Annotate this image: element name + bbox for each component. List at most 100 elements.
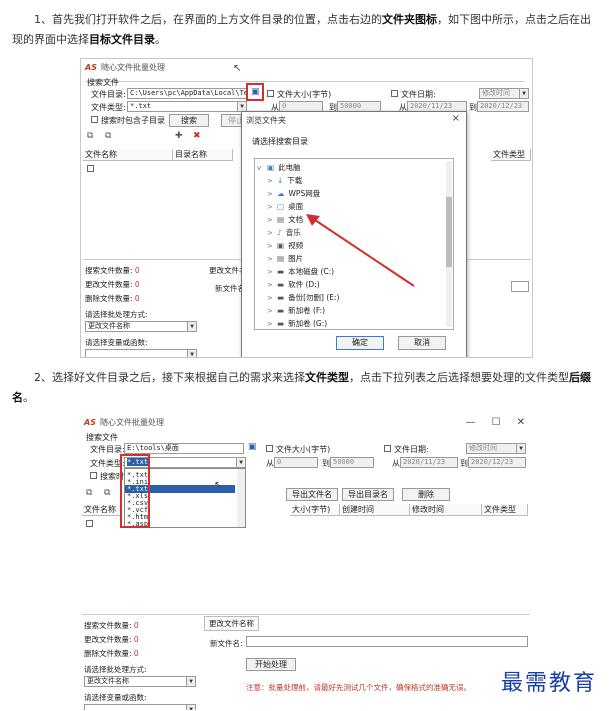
remove-icon[interactable]: ✖ (193, 131, 201, 141)
var-select[interactable]: ▼ (84, 704, 196, 710)
chevron-down-icon: v (257, 163, 262, 172)
date-from-input[interactable]: 2020/11/23 (400, 457, 458, 468)
new-name-input[interactable] (511, 281, 529, 292)
close-icon[interactable]: ✕ (517, 417, 525, 428)
tree-item-pictures[interactable]: > ▤ 图片 (267, 253, 303, 264)
tree-item-videos[interactable]: > ▣ 视频 (267, 240, 303, 251)
size-label: 文件大小(字节) (277, 90, 332, 99)
chevron-right-icon: > (267, 319, 273, 328)
tree-item-desktop[interactable]: > ▢ 桌面 (267, 201, 303, 212)
annotation-arrow (306, 214, 415, 287)
cursor-icon: ↖ (214, 480, 223, 491)
dir-input[interactable]: C:\Users\pc\AppData\Local\Temp (127, 88, 247, 99)
row-checkbox[interactable] (87, 165, 94, 172)
date-mode-select[interactable]: 修改时间 ▼ (479, 88, 529, 99)
window-title: 随心文件批量处理 (99, 417, 164, 427)
row-checkbox[interactable] (86, 520, 93, 527)
chevron-right-icon: > (267, 306, 273, 315)
dropdown-scrollbar[interactable] (237, 469, 245, 527)
col-type-header[interactable]: 文件类型 (491, 149, 531, 161)
start-process-button[interactable]: 开始处理 (246, 658, 296, 671)
type-label: 文件类型: (91, 103, 126, 112)
type-select[interactable]: *.txt ▼ (127, 101, 247, 112)
delete-button[interactable]: 删除 (402, 488, 450, 501)
instruction-paragraph-2: 2、选择好文件目录之后，接下来根据自己的需求来选择文件类型，点击下拉列表之后选择… (12, 371, 591, 404)
date-to-input[interactable]: 2020/12/23 (477, 101, 529, 112)
date-mode-select[interactable]: 修改时间 ▼ (466, 443, 526, 454)
tree-item-computer[interactable]: v ▣ 此电脑 (257, 162, 301, 173)
col-name-header[interactable]: 文件名称 (82, 504, 122, 516)
new-name-input[interactable] (246, 636, 528, 647)
dialog-title: 浏览文件夹 (246, 116, 286, 125)
dir-input[interactable]: E:\tools\桌面 (124, 443, 244, 454)
ok-button[interactable]: 确定 (336, 336, 384, 350)
col-dir-header[interactable]: 目录名称 (173, 149, 233, 161)
paste-icon[interactable]: ⧉ (104, 488, 110, 498)
app-logo: AS (84, 417, 96, 427)
group-label: 搜索文件 (86, 433, 118, 442)
scrollbar-thumb[interactable] (446, 197, 452, 267)
app-screenshot-1: AS 随心文件批量处理 搜索文件 文件目录: C:\Users\pc\AppDa… (80, 58, 533, 358)
tree-item-drive-g[interactable]: > ▬ 新加卷 (G:) (267, 318, 327, 329)
tab-rename[interactable]: 更改文件名称 (204, 616, 259, 631)
chevron-right-icon: > (267, 202, 273, 211)
tree-item-music[interactable]: > ♪ 音乐 (267, 227, 301, 238)
tree-item-drive-f[interactable]: > ▬ 新加卷 (F:) (267, 305, 325, 316)
subdir-label: 搜索时包含子目录 (101, 116, 165, 125)
copy-icon[interactable]: ⧉ (86, 488, 92, 498)
search-button[interactable]: 搜索 (169, 114, 209, 127)
subdir-checkbox[interactable] (90, 472, 97, 479)
cancel-button[interactable]: 取消 (398, 336, 446, 350)
instruction-paragraph-1: 1、首先我们打开软件之后，在界面的上方文件目录的位置，点击右边的文件夹图标，如下… (12, 13, 591, 46)
desktop-icon: ▢ (277, 202, 285, 211)
export-filename-button[interactable]: 导出文件名 (286, 488, 338, 501)
copy-icon[interactable]: ⧉ (87, 131, 93, 141)
tree-item-downloads[interactable]: > ↓ 下载 (267, 175, 302, 186)
size-to-input[interactable]: 50000 (330, 457, 374, 468)
chevron-down-icon: ▼ (187, 350, 196, 357)
batch-mode-select[interactable]: 更改文件名称 ▼ (85, 321, 197, 332)
drive-icon: ▬ (277, 280, 285, 289)
drive-icon: ▬ (277, 267, 285, 276)
maximize-icon[interactable]: ☐ (492, 417, 501, 428)
date-to-label: 到 (460, 459, 468, 468)
drive-icon: ▬ (277, 306, 285, 315)
tree-item-wps[interactable]: > ☁ WPS网盘 (267, 188, 320, 199)
paste-icon[interactable]: ⧉ (105, 131, 111, 141)
dialog-prompt: 请选择搜索目录 (252, 137, 308, 146)
col-name-header[interactable]: 文件名称 (83, 149, 173, 161)
subdir-checkbox[interactable] (91, 116, 98, 123)
chevron-right-icon: > (267, 189, 273, 198)
tree-item-drive-e[interactable]: > ▬ 备份[勿删] (E:) (267, 292, 339, 303)
date-label: 文件日期: (401, 90, 436, 99)
tree-item-documents[interactable]: > ▤ 文档 (267, 214, 303, 225)
date-to-input[interactable]: 2020/12/23 (468, 457, 526, 468)
add-icon[interactable]: ✚ (175, 131, 183, 141)
date-checkbox[interactable] (391, 90, 398, 97)
drive-icon: ▬ (277, 293, 285, 302)
folder-icon[interactable]: ▣ (248, 442, 257, 452)
change-count: 更改文件数量: 0 (85, 280, 140, 289)
var-select[interactable]: ▼ (85, 349, 197, 357)
search-count: 搜索文件数量: 0 (85, 266, 140, 275)
batch-mode-select[interactable]: 更改文件名称 ▼ (84, 676, 196, 687)
delete-count: 删除文件数量: 0 (85, 294, 140, 303)
col-mtime-header[interactable]: 修改时间 (410, 504, 482, 516)
close-icon[interactable]: × (452, 113, 460, 124)
var-label: 请选择变量或函数: (85, 338, 148, 347)
col-ctime-header[interactable]: 创建时间 (340, 504, 410, 516)
col-type-header[interactable]: 文件类型 (482, 504, 528, 516)
warning-note: 注意：批量处理前，请最好先测试几个文件，确保格式的准确无误。 (246, 683, 471, 692)
size-checkbox[interactable] (267, 90, 274, 97)
size-checkbox[interactable] (266, 445, 273, 452)
col-size-header[interactable]: 大小(字节) (290, 504, 340, 516)
computer-icon: ▣ (267, 163, 275, 172)
app-screenshot-2: AS 随心文件批量处理 — ☐ ✕ 搜索文件 文件目录: E:\tools\桌面… (80, 414, 533, 710)
export-dirname-button[interactable]: 导出目录名 (342, 488, 394, 501)
tree-scrollbar[interactable] (446, 161, 452, 327)
minimize-icon[interactable]: — (466, 417, 476, 428)
size-from-input[interactable]: 0 (274, 457, 318, 468)
date-checkbox[interactable] (384, 445, 391, 452)
chevron-right-icon: > (267, 176, 273, 185)
chevron-right-icon: > (267, 254, 273, 263)
